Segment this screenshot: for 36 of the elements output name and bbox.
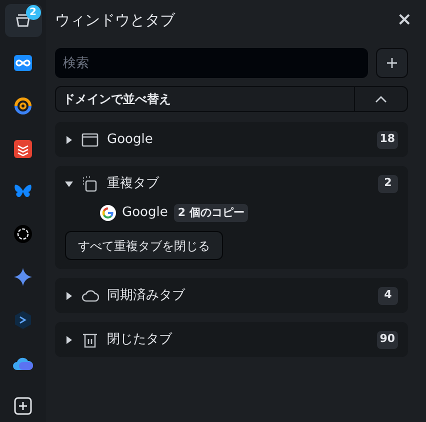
count-badge: 2 xyxy=(26,5,40,20)
add-icon xyxy=(14,396,32,415)
hexagon-icon xyxy=(13,310,33,330)
tab-title[interactable]: Google xyxy=(122,203,168,223)
expand-toggle[interactable] xyxy=(65,336,73,344)
close-duplicates-button[interactable]: すべて重複タブを閉じる xyxy=(65,231,223,260)
swirl-icon xyxy=(13,96,33,116)
caret-icon xyxy=(65,180,73,188)
infinity-icon xyxy=(13,53,33,74)
group-title: Google xyxy=(107,130,154,149)
expand-toggle[interactable] xyxy=(65,136,73,144)
caret-icon xyxy=(65,292,73,300)
close-button[interactable]: × xyxy=(396,11,412,29)
caret-icon xyxy=(65,136,73,144)
group-title: 同期済みタブ xyxy=(107,286,186,305)
panel-title: ウィンドウとタブ xyxy=(55,10,175,31)
count-badge: 90 xyxy=(376,330,398,348)
expand-toggle[interactable] xyxy=(65,292,73,300)
group-title: 閉じたタブ xyxy=(107,330,174,349)
chevron-up-icon xyxy=(375,95,387,103)
search-field[interactable]: 検索 xyxy=(55,48,368,78)
knot-icon xyxy=(13,224,33,244)
google-logo-icon xyxy=(100,205,116,221)
group-title: 重複タブ xyxy=(107,174,160,193)
count-badge: 2 xyxy=(378,174,398,192)
caret-icon xyxy=(65,336,73,344)
copies-badge: 2 個のコピー xyxy=(174,204,248,222)
window-icon xyxy=(81,130,99,148)
task-list-icon xyxy=(13,138,33,159)
duplicate-icon xyxy=(81,174,99,192)
count-badge: 4 xyxy=(378,286,398,304)
plus-icon xyxy=(386,57,398,69)
add-button[interactable] xyxy=(376,48,408,78)
sparkle-icon xyxy=(13,267,33,288)
expand-toggle[interactable] xyxy=(65,180,73,188)
count-badge: 18 xyxy=(376,130,398,148)
